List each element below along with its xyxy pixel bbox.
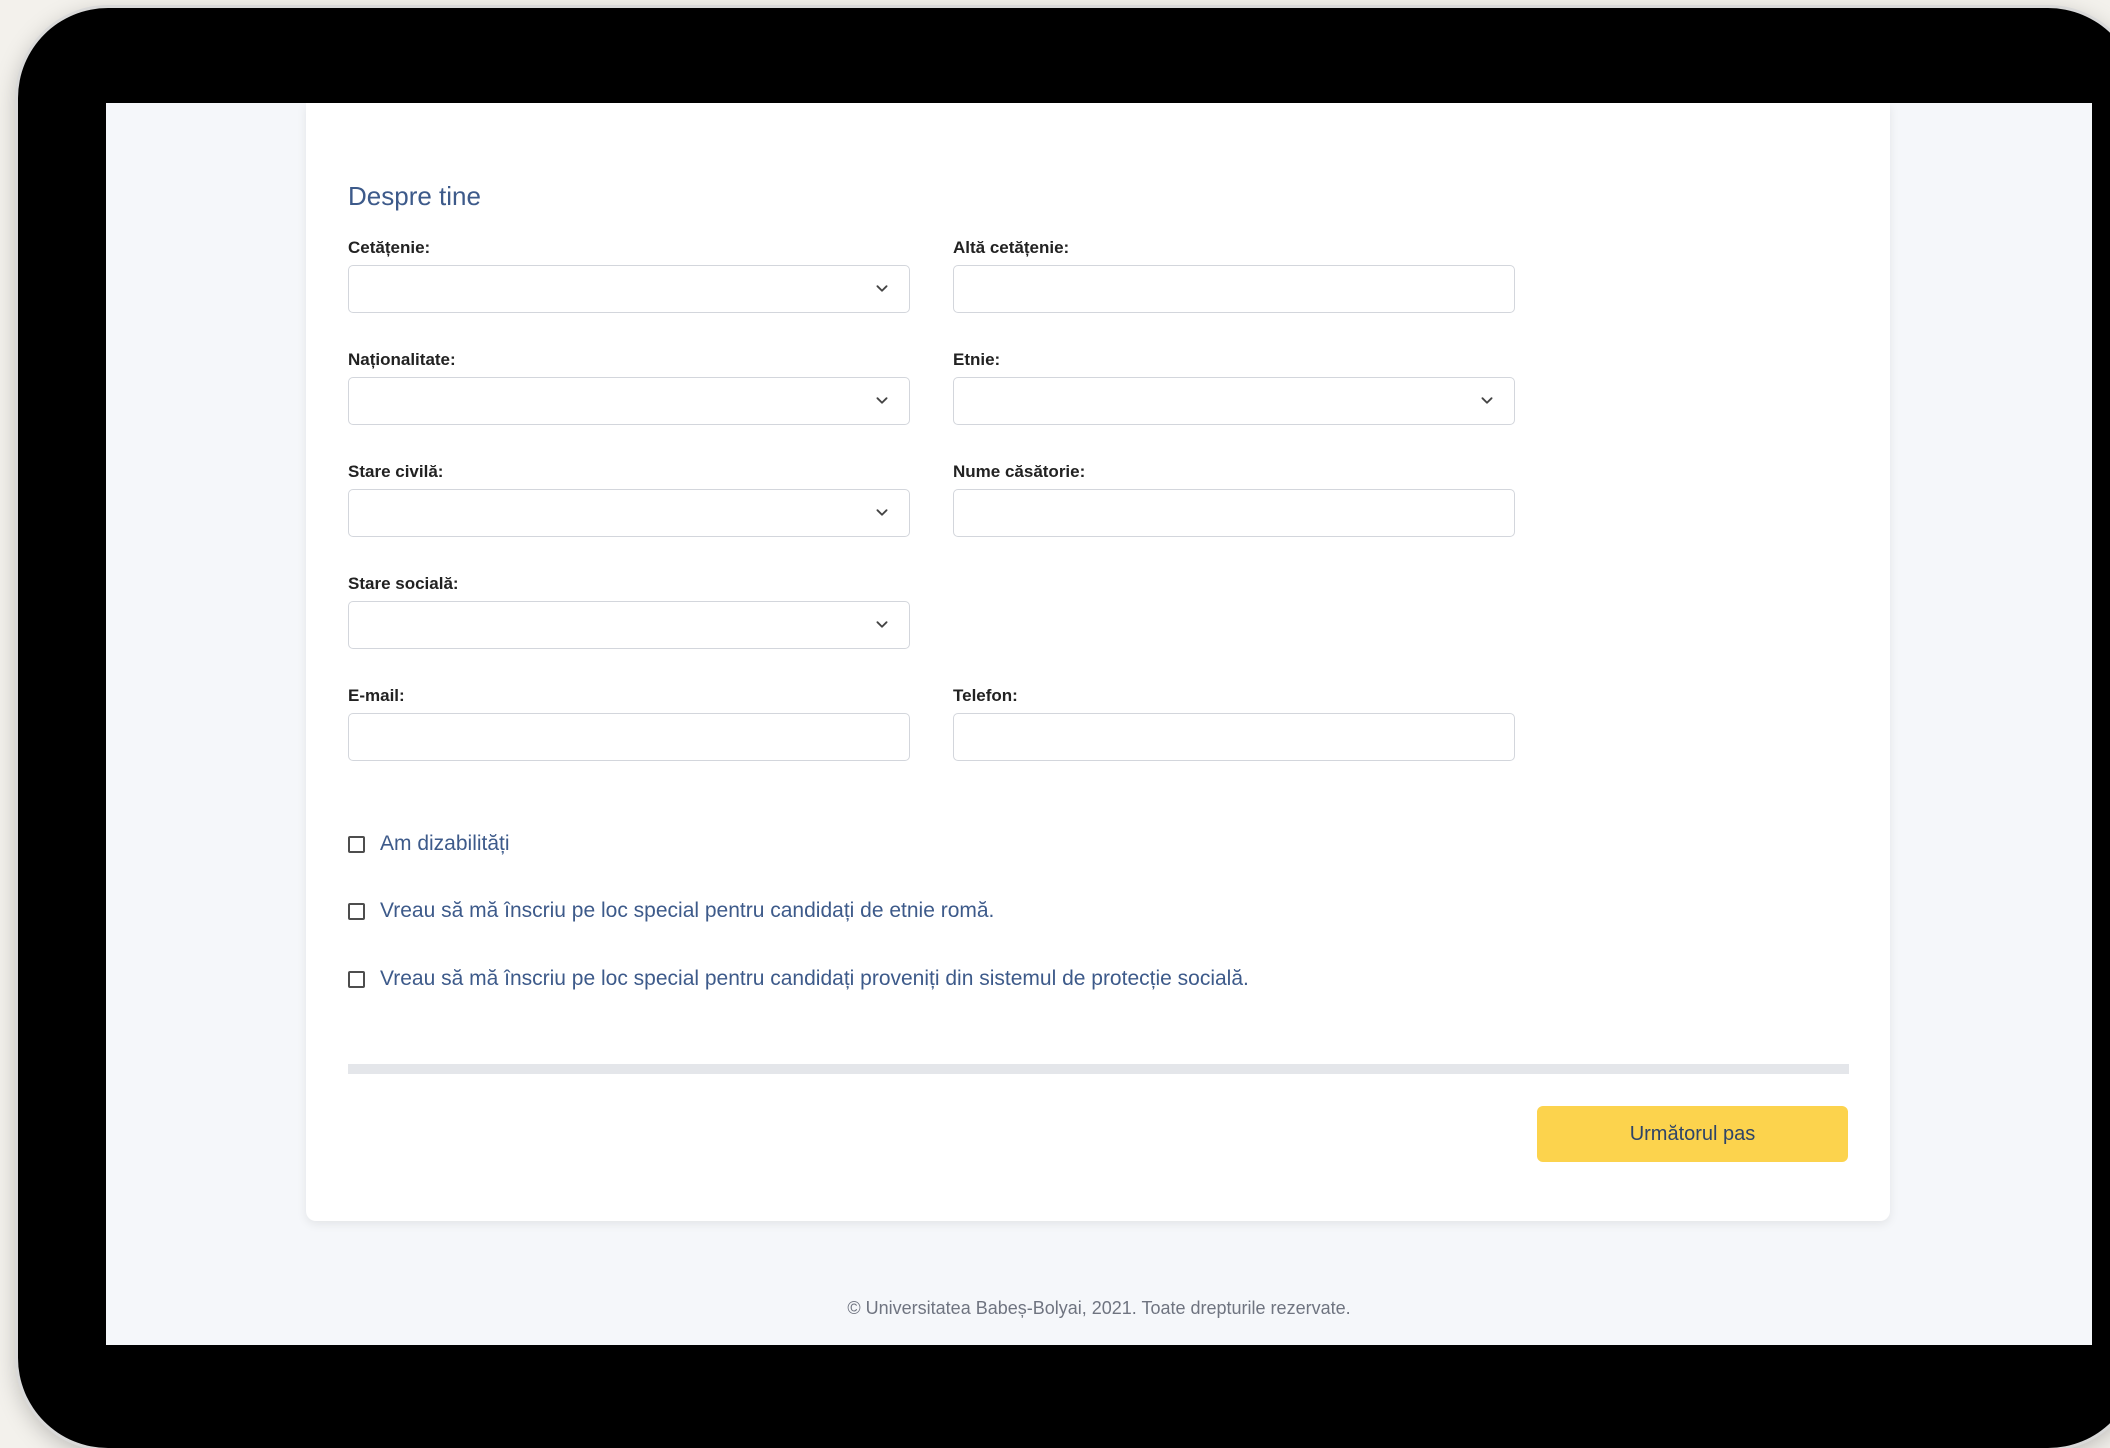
form-card: Despre tine Cetățenie: Altă cetățenie: N… — [306, 103, 1890, 1221]
stare-civila-label: Stare civilă: — [348, 462, 444, 481]
footer-copyright: © Universitatea Babeș-Bolyai, 2021. Toat… — [847, 1298, 1351, 1318]
nationalitate-select[interactable] — [348, 377, 910, 425]
field-alta-cetatenie: Altă cetățenie: — [953, 236, 1515, 313]
cetatenie-label: Cetățenie: — [348, 238, 431, 257]
email-label: E-mail: — [348, 686, 405, 705]
stare-civila-select[interactable] — [348, 489, 910, 537]
nationalitate-label: Naționalitate: — [348, 350, 456, 369]
section-title: Despre tine — [348, 181, 481, 211]
chevron-down-icon — [1481, 397, 1493, 404]
checkbox-label: Vreau să mă înscriu pe loc special pentr… — [380, 967, 1249, 990]
nume-casatorie-label: Nume căsătorie: — [953, 462, 1086, 481]
chevron-down-icon — [876, 621, 888, 628]
field-email: E-mail: — [348, 684, 910, 761]
next-step-button[interactable]: Următorul pas — [1537, 1106, 1848, 1162]
checkbox-label: Vreau să mă înscriu pe loc special pentr… — [380, 899, 995, 922]
checkbox-row-etnie-roma[interactable]: Vreau să mă înscriu pe loc special pentr… — [348, 896, 994, 926]
alta-cetatenie-input[interactable] — [953, 265, 1515, 313]
chevron-down-icon — [876, 285, 888, 292]
checkbox-label: Am dizabilități — [380, 832, 510, 855]
laptop-frame: Despre tine Cetățenie: Altă cetățenie: N… — [18, 8, 2110, 1448]
checkbox[interactable] — [348, 902, 365, 920]
telefon-label: Telefon: — [953, 686, 1018, 705]
telefon-input[interactable] — [953, 713, 1515, 761]
alta-cetatenie-label: Altă cetățenie: — [953, 238, 1070, 257]
field-cetatenie: Cetățenie: — [348, 236, 910, 313]
stare-sociala-select[interactable] — [348, 601, 910, 649]
email-input[interactable] — [348, 713, 910, 761]
checkbox-row-dizabilitati[interactable]: Am dizabilități — [348, 829, 510, 859]
etnie-select[interactable] — [953, 377, 1515, 425]
cetatenie-select[interactable] — [348, 265, 910, 313]
field-nume-casatorie: Nume căsătorie: — [953, 460, 1515, 537]
field-etnie: Etnie: — [953, 348, 1515, 425]
field-telefon: Telefon: — [953, 684, 1515, 761]
checkbox[interactable] — [348, 835, 365, 853]
field-nationalitate: Naționalitate: — [348, 348, 910, 425]
checkbox[interactable] — [348, 970, 365, 988]
chevron-down-icon — [876, 509, 888, 516]
stare-sociala-label: Stare socială: — [348, 574, 459, 593]
field-stare-civila: Stare civilă: — [348, 460, 910, 537]
form-divider — [348, 1064, 1849, 1074]
field-stare-sociala: Stare socială: — [348, 572, 910, 649]
nume-casatorie-input[interactable] — [953, 489, 1515, 537]
browser-viewport: Despre tine Cetățenie: Altă cetățenie: N… — [106, 103, 2092, 1345]
chevron-down-icon — [876, 397, 888, 404]
checkbox-row-protectie-sociala[interactable]: Vreau să mă înscriu pe loc special pentr… — [348, 964, 1249, 994]
etnie-label: Etnie: — [953, 350, 1001, 369]
